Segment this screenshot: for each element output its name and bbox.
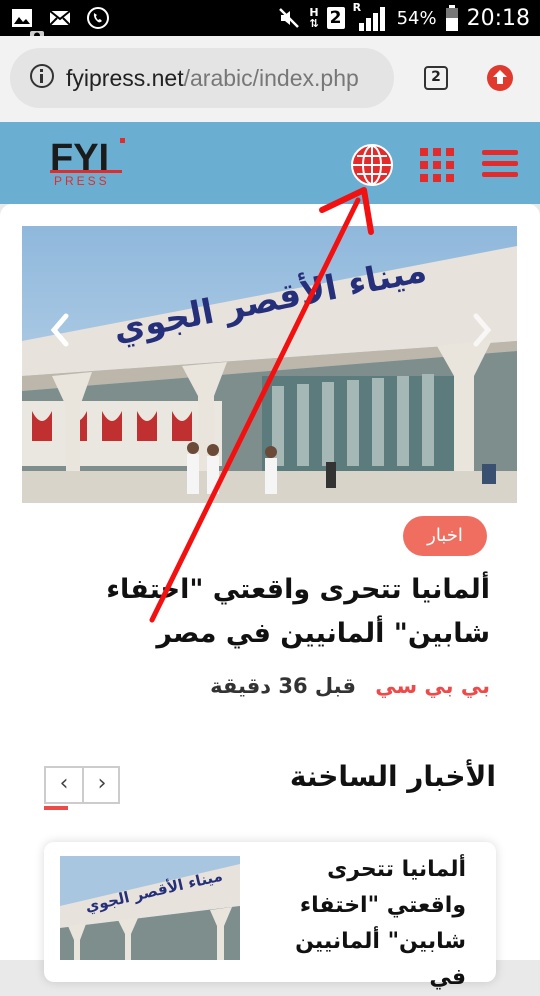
section-underline	[44, 806, 68, 810]
trending-section-title: الأخبار الساخنة	[289, 760, 496, 793]
sim-indicator: 2	[326, 7, 345, 29]
trending-pager: ‹ ›	[44, 766, 120, 804]
address-bar[interactable]: fyipress.net/arabic/index.php	[10, 48, 394, 108]
airport-thumbnail-photo: ميناء الأقصر الجوي	[60, 856, 240, 960]
featured-headline[interactable]: ألمانيا تتحرى واقعتي "اختفاء شابين" ألما…	[30, 568, 490, 656]
trending-prev-button[interactable]: ‹	[46, 768, 84, 802]
battery-percent: 54%	[396, 7, 437, 29]
url-path: /arabic/index.php	[183, 65, 359, 91]
featured-image[interactable]: ميناء الأقصر الجوي	[22, 226, 517, 503]
carousel-prev-icon[interactable]	[48, 312, 72, 348]
airport-photo: ميناء الأقصر الجوي	[22, 226, 517, 503]
status-bar: H ⇅ 2 R 54% 20:18	[0, 0, 540, 40]
logo-subtext: PRESS	[54, 174, 110, 188]
trending-next-button[interactable]: ›	[84, 768, 120, 802]
url-domain: fyipress.net	[66, 65, 184, 91]
hamburger-menu-icon[interactable]	[482, 148, 518, 180]
browser-toolbar: fyipress.net/arabic/index.php 2	[0, 36, 540, 122]
site-header: FYI PRESS	[0, 122, 540, 204]
tab-switcher-button[interactable]: 2	[424, 66, 448, 90]
grid-menu-icon[interactable]	[420, 148, 454, 182]
fyi-press-logo[interactable]: FYI PRESS	[50, 136, 126, 188]
news-source[interactable]: بي بي سي	[370, 674, 490, 698]
clock: 20:18	[466, 5, 530, 31]
mute-icon	[279, 8, 300, 28]
upload-icon[interactable]	[486, 64, 514, 92]
news-item-title[interactable]: ألمانيا تتحرى واقعتي "اختفاء شابين" ألما…	[252, 852, 466, 996]
signal-icon	[358, 7, 385, 31]
image-icon	[12, 9, 32, 27]
published-time: قبل 36 دقيقة	[210, 674, 356, 698]
url-text[interactable]: fyipress.net/arabic/index.php	[66, 63, 359, 93]
battery-icon	[445, 5, 458, 31]
signal-strength: R	[353, 1, 389, 31]
news-thumbnail[interactable]: ميناء الأقصر الجوي	[60, 856, 240, 960]
info-icon[interactable]	[30, 64, 54, 88]
carousel-next-icon[interactable]	[470, 312, 494, 348]
network-type: H ⇅	[309, 6, 319, 30]
language-globe-icon[interactable]	[350, 143, 394, 187]
category-badge[interactable]: اخبار	[403, 516, 487, 556]
mail-icon	[49, 10, 71, 26]
phone-call-icon	[87, 7, 109, 29]
